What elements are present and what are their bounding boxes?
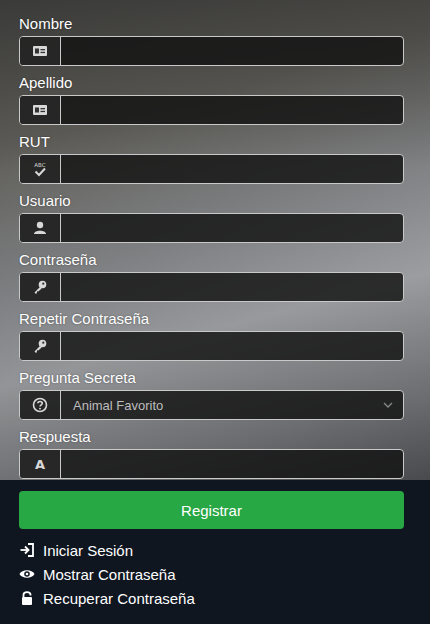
input-group: A [19,449,404,479]
form-field: RUT ABC [19,131,404,184]
form-field: Usuario [19,190,404,243]
text-input[interactable] [61,37,403,65]
letter-icon: A [35,457,45,472]
form-field: Nombre [19,13,404,66]
link-label: Mostrar Contraseña [43,566,176,583]
input-group [19,95,404,125]
field-label: Apellido [19,72,404,94]
text-input[interactable] [61,273,403,301]
background-photo: Nombre Apellido RUT ABC Usuario Contrase… [0,0,430,480]
actions-panel: Registrar Iniciar Sesión Mostrar Contras… [0,480,430,618]
secret-question-select[interactable]: Animal Favorito [61,391,403,419]
field-label: Pregunta Secreta [19,367,404,389]
input-prefix [20,96,61,124]
field-label: Nombre [19,13,404,35]
form-field: Repetir Contraseña [19,308,404,361]
field-label: Usuario [19,190,404,212]
svg-text:ABC: ABC [34,162,45,168]
action-link[interactable]: Mostrar Contraseña [19,562,404,586]
input-prefix [20,273,61,301]
question-icon [32,397,48,413]
field-label: Respuesta [19,426,404,448]
input-group [19,213,404,243]
register-page: Nombre Apellido RUT ABC Usuario Contrase… [0,0,430,624]
field-label: Contraseña [19,249,404,271]
id-card-icon [32,102,48,118]
sign-in-icon [19,542,35,558]
register-form: Nombre Apellido RUT ABC Usuario Contrase… [0,0,430,480]
action-link[interactable]: Recuperar Contraseña [19,586,404,610]
text-input[interactable] [61,96,403,124]
input-group [19,331,404,361]
text-input[interactable] [61,214,403,242]
key-icon [32,338,48,354]
spellcheck-icon: ABC [32,161,48,177]
form-field: Pregunta Secreta Animal Favorito [19,367,404,420]
select-value: Animal Favorito [73,398,163,413]
input-prefix: A [20,450,61,478]
action-link[interactable]: Iniciar Sesión [19,538,404,562]
eye-icon [19,566,35,582]
input-prefix: ABC [20,155,61,183]
link-label: Iniciar Sesión [43,542,133,559]
form-field: Apellido [19,72,404,125]
lock-icon [19,590,35,606]
chevron-down-icon [383,402,393,408]
form-field: Contraseña [19,249,404,302]
text-input[interactable] [61,450,403,478]
form-field: Respuesta A [19,426,404,479]
text-input[interactable] [61,155,403,183]
links-list: Iniciar Sesión Mostrar Contraseña Recupe… [19,538,404,610]
input-group: Animal Favorito [19,390,404,420]
key-icon [32,279,48,295]
user-icon [32,220,48,236]
input-prefix [20,391,61,419]
input-prefix [20,214,61,242]
register-button[interactable]: Registrar [19,491,404,529]
input-prefix [20,37,61,65]
field-label: RUT [19,131,404,153]
field-label: Repetir Contraseña [19,308,404,330]
input-group: ABC [19,154,404,184]
input-prefix [20,332,61,360]
input-group [19,272,404,302]
id-card-icon [32,43,48,59]
text-input[interactable] [61,332,403,360]
input-group [19,36,404,66]
link-label: Recuperar Contraseña [43,590,195,607]
